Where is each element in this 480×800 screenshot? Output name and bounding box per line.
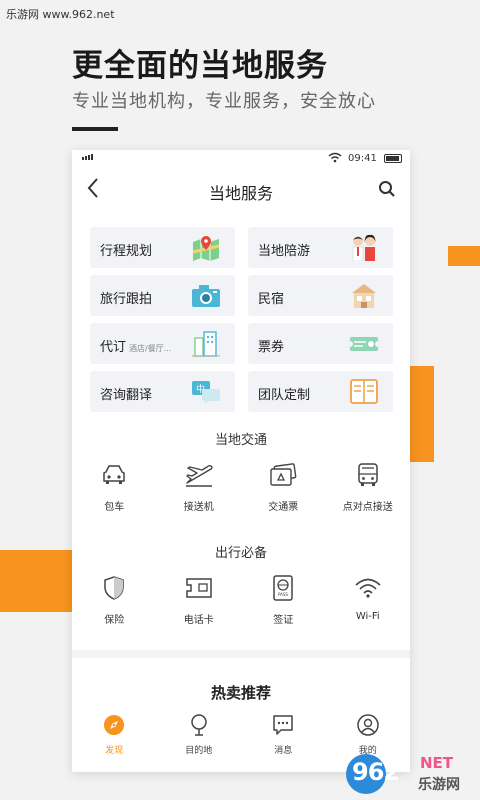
page-title: 当地服务 [208, 184, 273, 203]
decor-orange-block [0, 550, 72, 612]
sim-card-icon [157, 573, 242, 603]
tile-team-custom[interactable]: 团队定制 [248, 371, 393, 412]
compass-icon [72, 713, 157, 741]
location-pin-icon [157, 713, 242, 741]
tile-label: 代订 酒店/餐厅... [100, 340, 172, 355]
logo-net: NET [420, 754, 454, 772]
tab-destination[interactable]: 目的地 [157, 712, 242, 772]
tile-photo[interactable]: 旅行跟拍 [90, 275, 235, 316]
transit-ticket-icon [241, 460, 326, 490]
svg-text:PASS: PASS [278, 592, 288, 597]
phone-screen: 09:41 当地服务 行程规划 当地陪游 旅行跟拍 民宿 代订酒店/餐厅... [72, 150, 410, 772]
guide-couple-icon [349, 234, 379, 262]
map-icon [191, 234, 221, 261]
decor-orange-block [448, 246, 480, 266]
item-airport-transfer[interactable]: 接送机 [157, 460, 242, 513]
nav-bar: 当地服务 [72, 172, 410, 208]
watermark: 乐游网 www.962.net [6, 8, 115, 21]
user-icon [326, 713, 411, 741]
status-time: 09:41 [348, 153, 377, 164]
wifi-status-icon [328, 152, 342, 166]
tile-label: 票券 [258, 340, 285, 355]
tile-translate[interactable]: 咨询翻译 中 [90, 371, 235, 412]
battery-icon [384, 154, 402, 163]
tile-homestay[interactable]: 民宿 [248, 275, 393, 316]
section-title-essentials: 出行必备 [214, 546, 267, 561]
tab-discover[interactable]: 发现 [72, 712, 157, 772]
tile-itinerary[interactable]: 行程规划 [90, 227, 235, 268]
item-point-to-point[interactable]: 点对点接送 [326, 460, 411, 513]
subline: 专业当地机构，专业服务，安全放心 [72, 91, 376, 112]
transport-row: 包车 接送机 交通票 点对点接送 [72, 460, 410, 513]
signal-icon [82, 154, 93, 160]
camera-icon [191, 282, 221, 309]
item-sim-card[interactable]: 电话卡 [157, 573, 242, 626]
tile-label: 旅行跟拍 [100, 292, 153, 307]
tile-label: 团队定制 [258, 388, 311, 403]
search-icon[interactable] [378, 180, 396, 202]
item-transit-ticket[interactable]: 交通票 [241, 460, 326, 513]
wifi-icon [326, 573, 411, 603]
headline: 更全面的当地服务 [72, 48, 328, 84]
essentials-row: 保险 电话卡 PASS 签证 Wi-Fi [72, 573, 410, 626]
item-insurance[interactable]: 保险 [72, 573, 157, 626]
item-visa[interactable]: PASS 签证 [241, 573, 326, 626]
tile-label: 咨询翻译 [100, 388, 153, 403]
tile-local-guide[interactable]: 当地陪游 [248, 227, 393, 268]
logo-cn: 乐游网 [418, 777, 460, 793]
ticket-icon [347, 330, 381, 357]
airplane-icon [157, 460, 242, 490]
section-title-hot: 热卖推荐 [210, 684, 271, 702]
tile-booking[interactable]: 代订 酒店/餐厅... [90, 323, 235, 364]
decor-orange-block [410, 366, 434, 462]
section-divider [72, 650, 410, 658]
status-bar: 09:41 [72, 150, 410, 168]
shield-icon [72, 573, 157, 603]
tile-label: 民宿 [258, 292, 285, 307]
headline-rule [72, 127, 118, 131]
tile-label: 当地陪游 [258, 244, 311, 259]
item-charter-car[interactable]: 包车 [72, 460, 157, 513]
booking-icon [191, 330, 221, 357]
logo-number: 962 [352, 758, 400, 786]
tile-label: 行程规划 [100, 244, 153, 259]
tab-messages[interactable]: 消息 [241, 712, 326, 772]
tile-tickets[interactable]: 票券 [248, 323, 393, 364]
item-wifi[interactable]: Wi-Fi [326, 573, 411, 626]
chat-bubble-icon [241, 713, 326, 741]
car-icon [72, 460, 157, 490]
passport-icon: PASS [241, 573, 326, 603]
site-logo: 962 NET 乐游网 [346, 752, 476, 796]
bus-icon [326, 460, 411, 490]
house-icon [349, 282, 379, 309]
team-book-icon [349, 378, 379, 405]
translate-icon: 中 [191, 378, 221, 405]
section-title-transport: 当地交通 [214, 433, 267, 448]
